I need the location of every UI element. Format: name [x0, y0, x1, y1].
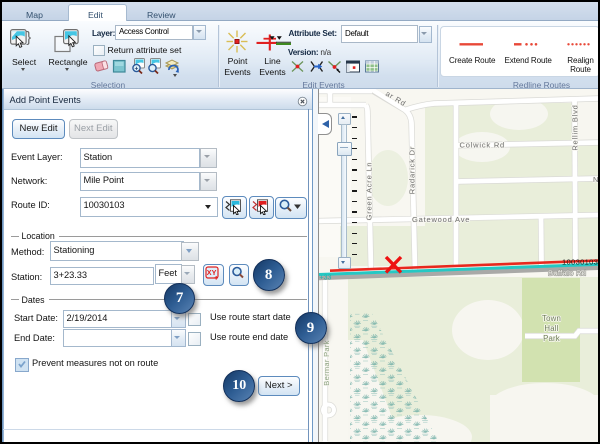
svg-text:+33: +33	[320, 275, 332, 282]
svg-text:N: N	[593, 175, 598, 184]
svg-text:Radarick Dr: Radarick Dr	[408, 146, 417, 194]
svg-text:Town: Town	[542, 314, 561, 323]
svg-text:Rellim Blvd: Rellim Blvd	[571, 104, 580, 150]
svg-text:Hall: Hall	[544, 324, 558, 333]
svg-text:10030103: 10030103	[562, 258, 598, 267]
svg-text:Park: Park	[543, 334, 560, 343]
svg-text:Buffalo Rd: Buffalo Rd	[548, 269, 586, 278]
svg-text:Gatewood Ave: Gatewood Ave	[412, 215, 470, 224]
svg-text:+: +	[135, 65, 139, 72]
svg-text:Bermar Park: Bermar Park	[322, 340, 331, 385]
svg-text:XY: XY	[207, 268, 217, 277]
svg-text:Green Acre Ln: Green Acre Ln	[365, 162, 374, 221]
svg-text:}: }	[26, 29, 31, 46]
svg-text:Colwick Rd: Colwick Rd	[460, 141, 506, 150]
